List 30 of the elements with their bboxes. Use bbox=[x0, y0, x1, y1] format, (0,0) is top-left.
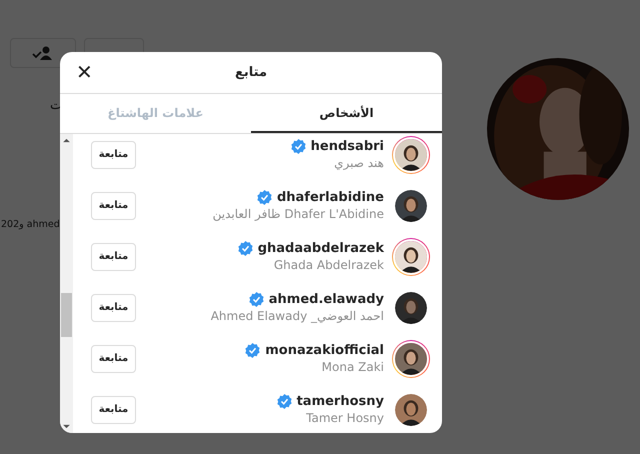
full-name: Tamer Hosny bbox=[306, 411, 384, 425]
story-ring[interactable] bbox=[392, 136, 430, 174]
follow-button[interactable]: متابعة bbox=[91, 396, 136, 424]
follow-button[interactable]: متابعة bbox=[91, 140, 136, 168]
scrollbar[interactable] bbox=[60, 134, 73, 433]
username[interactable]: ahmed.elawady bbox=[268, 292, 384, 307]
scroll-up-icon[interactable] bbox=[63, 138, 70, 143]
full-name: هند صبري bbox=[334, 156, 384, 170]
follow-button[interactable]: متابعة bbox=[91, 294, 136, 322]
scrollbar-thumb[interactable] bbox=[61, 293, 72, 337]
full-name: Ghada Abdelrazek bbox=[274, 258, 384, 272]
full-name: احمد العوضي_ Ahmed Elawady bbox=[210, 309, 384, 323]
username[interactable]: hendsabri bbox=[310, 139, 384, 154]
username[interactable]: monazakiofficial bbox=[265, 343, 384, 358]
dialog-title: متابع bbox=[235, 65, 267, 80]
story-ring[interactable] bbox=[392, 238, 430, 276]
story-ring[interactable] bbox=[392, 340, 430, 378]
username[interactable]: tamerhosny bbox=[296, 394, 384, 409]
tab[interactable]: الأشخاص bbox=[251, 94, 442, 133]
follow-button[interactable]: متابعة bbox=[91, 192, 136, 220]
follow-button[interactable]: متابعة bbox=[91, 344, 136, 372]
close-button[interactable]: ✕ bbox=[72, 60, 97, 85]
followed-by-text: 202و ahmed bbox=[1, 219, 60, 230]
follow-button[interactable]: متابعة bbox=[91, 242, 136, 270]
full-name: Dhafer L'Abidine ظافر العابدين bbox=[212, 207, 384, 221]
username[interactable]: ghadaabdelrazek bbox=[258, 241, 384, 256]
person-check-icon bbox=[32, 46, 54, 60]
full-name: Mona Zaki bbox=[322, 360, 384, 374]
username[interactable]: dhaferlabidine bbox=[276, 190, 384, 205]
scroll-down-icon[interactable] bbox=[63, 424, 70, 429]
